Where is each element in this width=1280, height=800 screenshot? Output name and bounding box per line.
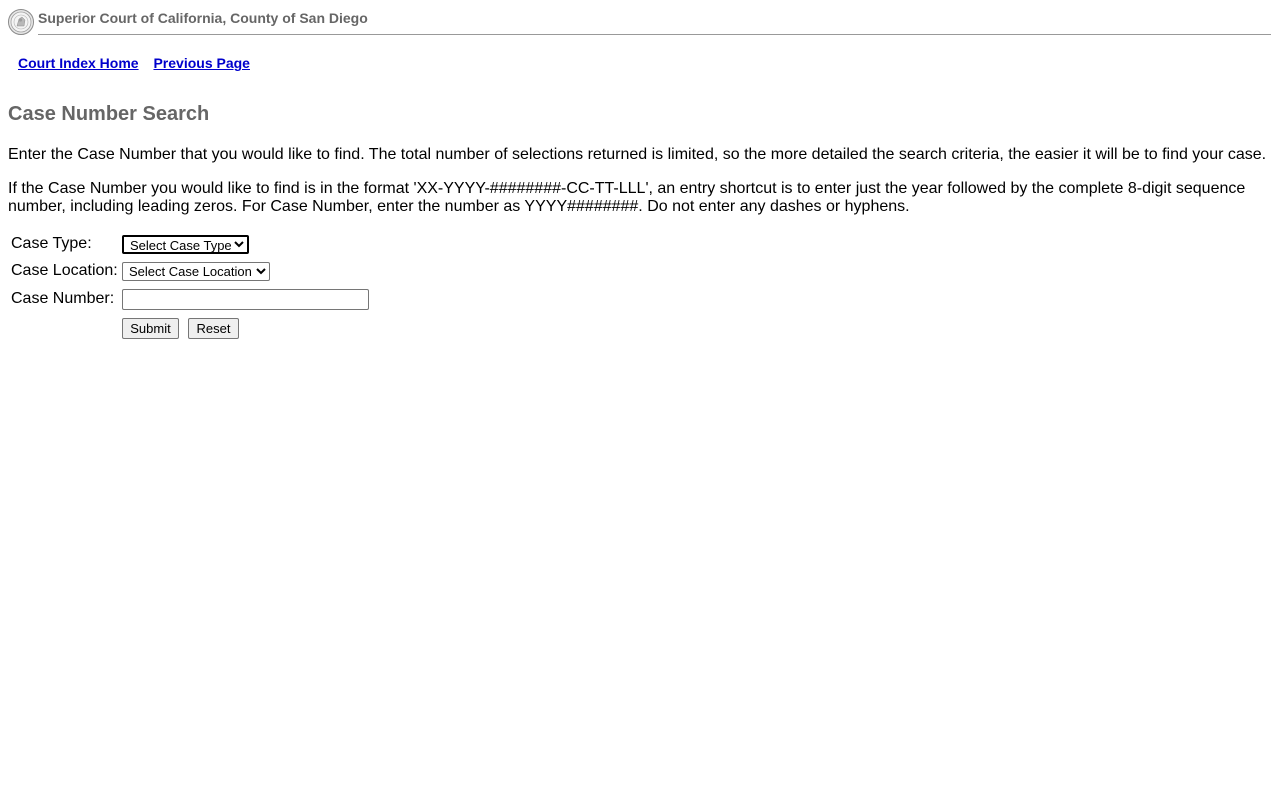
case-location-label: Case Location: — [11, 262, 118, 279]
instructions-paragraph-2: If the Case Number you would like to fin… — [8, 180, 1246, 215]
court-name: Superior Court of California, County of … — [38, 10, 368, 26]
page-header: Superior Court of California, County of … — [8, 8, 1272, 36]
court-index-home-link[interactable]: Court Index Home — [18, 55, 139, 71]
submit-button[interactable]: Submit — [122, 318, 179, 339]
nav-links: Court Index Home Previous Page — [18, 55, 261, 71]
court-seal-icon — [8, 9, 34, 35]
header-divider — [38, 34, 1271, 35]
case-type-label: Case Type: — [11, 235, 92, 252]
instructions-paragraph-1: Enter the Case Number that you would lik… — [8, 146, 1267, 163]
case-type-select[interactable]: Select Case Type — [122, 235, 249, 254]
case-number-label: Case Number: — [11, 290, 115, 307]
case-number-input[interactable] — [122, 289, 369, 310]
reset-button[interactable]: Reset — [188, 318, 239, 339]
previous-page-link[interactable]: Previous Page — [153, 55, 250, 71]
page-title: Case Number Search — [8, 103, 210, 125]
case-location-select[interactable]: Select Case Location — [122, 262, 270, 281]
